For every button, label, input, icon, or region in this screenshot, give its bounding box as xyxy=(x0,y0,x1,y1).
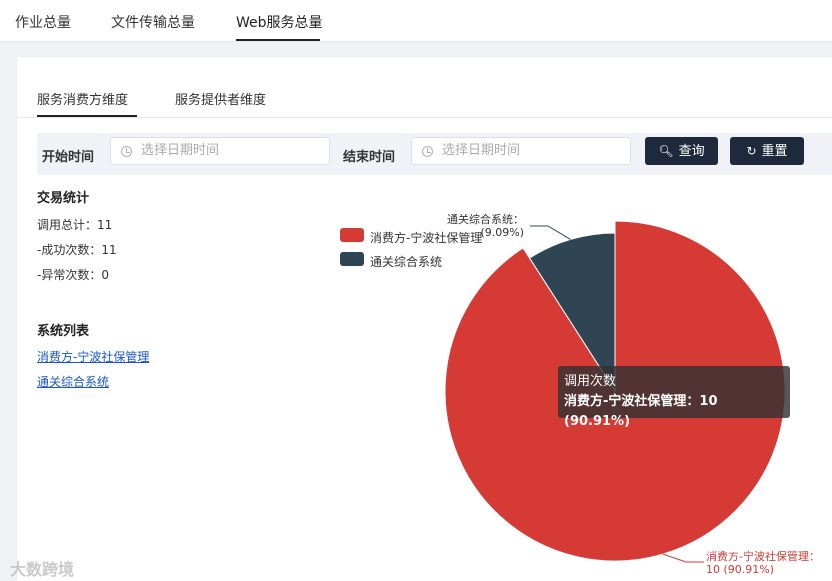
watermark-left: 大数跨境 xyxy=(10,560,75,579)
pie-chart: 通关综合系统：(9.09%) 消费方-宁波社保管理：10 (90.91%) xyxy=(444,212,820,576)
slice-label-customs: 通关综合系统： xyxy=(447,212,524,226)
chart-tooltip: 调用次数 消费方-宁波社保管理：10 (90.91%) xyxy=(558,366,790,429)
legend-item-customs[interactable]: 通关综合系统 xyxy=(370,253,442,270)
tooltip-body: 消费方-宁波社保管理：10 (90.91%) xyxy=(564,394,718,429)
legend-swatch-customs[interactable] xyxy=(340,252,364,266)
label-line-customs xyxy=(530,225,571,240)
slice-label-ningbo-value: 10 (90.91%) xyxy=(706,563,774,576)
slice-label-customs-percent: (9.09%) xyxy=(480,226,524,239)
legend-item-ningbo[interactable]: 消费方-宁波社保管理 xyxy=(370,229,482,246)
tooltip-title: 调用次数 xyxy=(564,374,617,389)
legend-swatch-ningbo[interactable] xyxy=(340,228,364,242)
watermark-right: EAWorld xyxy=(698,536,773,557)
